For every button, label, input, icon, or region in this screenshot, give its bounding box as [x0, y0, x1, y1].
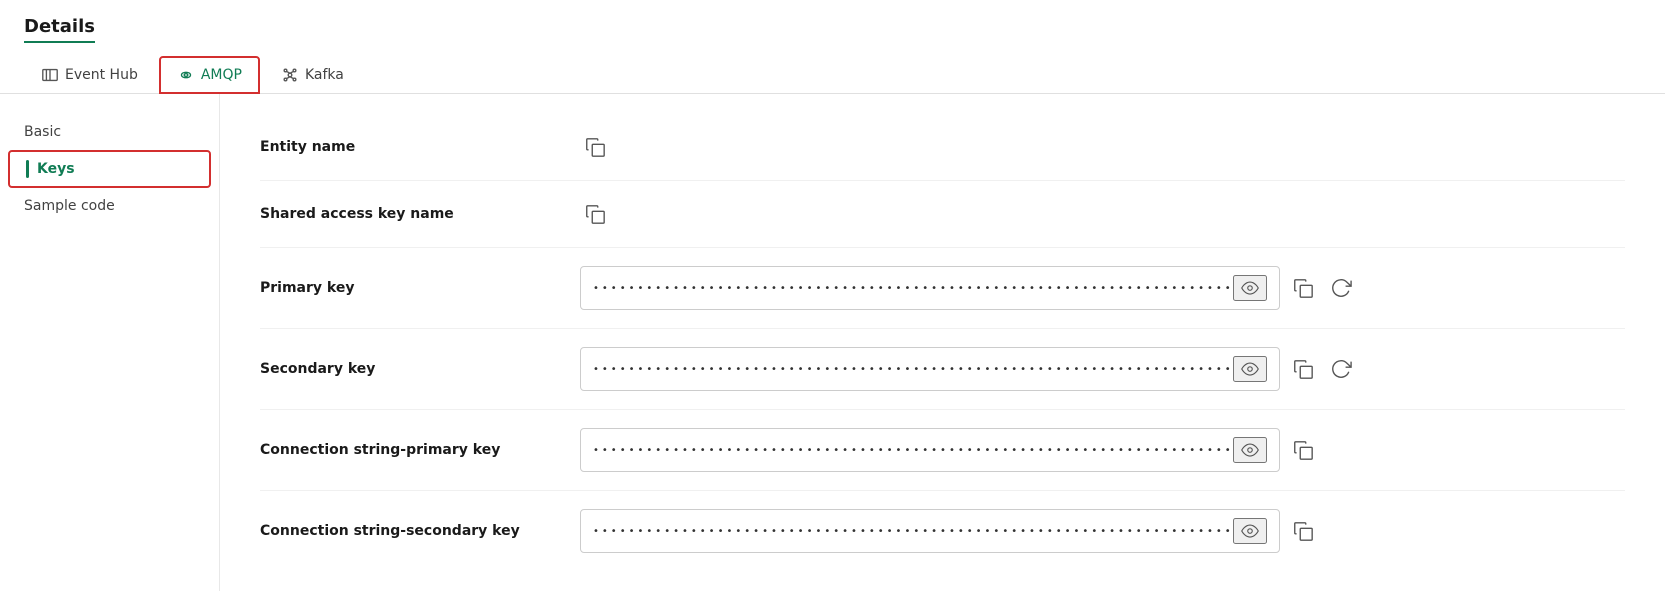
field-row-entity-name: Entity name	[260, 114, 1625, 181]
sidebar-item-basic[interactable]: Basic	[0, 114, 219, 150]
copy-button-shared-access-key-name[interactable]	[580, 199, 610, 229]
connection-string-secondary-input[interactable]: ••••••••••••••••••••••••••••••••••••••••…	[580, 509, 1280, 553]
tabs-row: Event Hub AMQP	[24, 55, 1641, 93]
field-row-secondary-key: Secondary key ••••••••••••••••••••••••••…	[260, 329, 1625, 410]
copy-button-primary-key[interactable]	[1288, 273, 1318, 303]
header: Details Event Hub	[0, 0, 1665, 94]
primary-key-input[interactable]: ••••••••••••••••••••••••••••••••••••••••…	[580, 266, 1280, 310]
page-title: Details	[24, 16, 95, 43]
content-area: Entity name Shared access key name	[220, 94, 1665, 591]
field-label-connection-string-secondary: Connection string-secondary key	[260, 523, 580, 539]
field-row-connection-string-secondary: Connection string-secondary key ••••••••…	[260, 491, 1625, 571]
page-container: Details Event Hub	[0, 0, 1665, 596]
refresh-button-primary-key[interactable]	[1326, 273, 1356, 303]
copy-button-entity-name[interactable]	[580, 132, 610, 162]
tab-event-hub[interactable]: Event Hub	[24, 57, 155, 93]
connection-string-secondary-dots: ••••••••••••••••••••••••••••••••••••••••…	[593, 526, 1233, 537]
field-value-shared-access-key-name	[580, 199, 1625, 229]
tab-kafka[interactable]: Kafka	[264, 57, 361, 93]
amqp-icon	[177, 66, 195, 84]
field-value-connection-string-secondary: ••••••••••••••••••••••••••••••••••••••••…	[580, 509, 1625, 553]
tab-kafka-label: Kafka	[305, 67, 344, 83]
tab-event-hub-label: Event Hub	[65, 67, 138, 83]
field-row-shared-access-key-name: Shared access key name	[260, 181, 1625, 248]
sidebar: Basic Keys Sample code	[0, 94, 220, 591]
copy-button-connection-string-primary[interactable]	[1288, 435, 1318, 465]
field-label-secondary-key: Secondary key	[260, 361, 580, 377]
event-hub-icon	[41, 66, 59, 84]
primary-key-dots: ••••••••••••••••••••••••••••••••••••••••…	[593, 283, 1233, 294]
active-indicator	[26, 160, 29, 178]
connection-string-primary-input[interactable]: ••••••••••••••••••••••••••••••••••••••••…	[580, 428, 1280, 472]
connection-string-secondary-eye-button[interactable]	[1233, 518, 1267, 544]
field-label-entity-name: Entity name	[260, 139, 580, 155]
secondary-key-eye-button[interactable]	[1233, 356, 1267, 382]
sidebar-item-keys-label: Keys	[37, 161, 75, 177]
primary-key-eye-button[interactable]	[1233, 275, 1267, 301]
kafka-icon	[281, 66, 299, 84]
tab-amqp[interactable]: AMQP	[159, 56, 260, 94]
field-value-primary-key: ••••••••••••••••••••••••••••••••••••••••…	[580, 266, 1625, 310]
field-value-connection-string-primary: ••••••••••••••••••••••••••••••••••••••••…	[580, 428, 1625, 472]
field-row-primary-key: Primary key ••••••••••••••••••••••••••••…	[260, 248, 1625, 329]
field-label-connection-string-primary: Connection string-primary key	[260, 442, 580, 458]
field-label-shared-access-key-name: Shared access key name	[260, 206, 580, 222]
connection-string-primary-dots: ••••••••••••••••••••••••••••••••••••••••…	[593, 445, 1233, 456]
connection-string-primary-eye-button[interactable]	[1233, 437, 1267, 463]
field-label-primary-key: Primary key	[260, 280, 580, 296]
sidebar-item-keys[interactable]: Keys	[8, 150, 211, 188]
field-value-entity-name	[580, 132, 1625, 162]
sidebar-item-sample-code[interactable]: Sample code	[0, 188, 219, 224]
sidebar-item-basic-label: Basic	[24, 124, 61, 140]
secondary-key-dots: ••••••••••••••••••••••••••••••••••••••••…	[593, 364, 1233, 375]
copy-button-connection-string-secondary[interactable]	[1288, 516, 1318, 546]
field-row-connection-string-primary: Connection string-primary key ••••••••••…	[260, 410, 1625, 491]
copy-button-secondary-key[interactable]	[1288, 354, 1318, 384]
tab-amqp-label: AMQP	[201, 67, 242, 83]
main-content: Basic Keys Sample code Entity name	[0, 94, 1665, 591]
field-value-secondary-key: ••••••••••••••••••••••••••••••••••••••••…	[580, 347, 1625, 391]
sidebar-item-sample-code-label: Sample code	[24, 198, 115, 214]
secondary-key-input[interactable]: ••••••••••••••••••••••••••••••••••••••••…	[580, 347, 1280, 391]
refresh-button-secondary-key[interactable]	[1326, 354, 1356, 384]
